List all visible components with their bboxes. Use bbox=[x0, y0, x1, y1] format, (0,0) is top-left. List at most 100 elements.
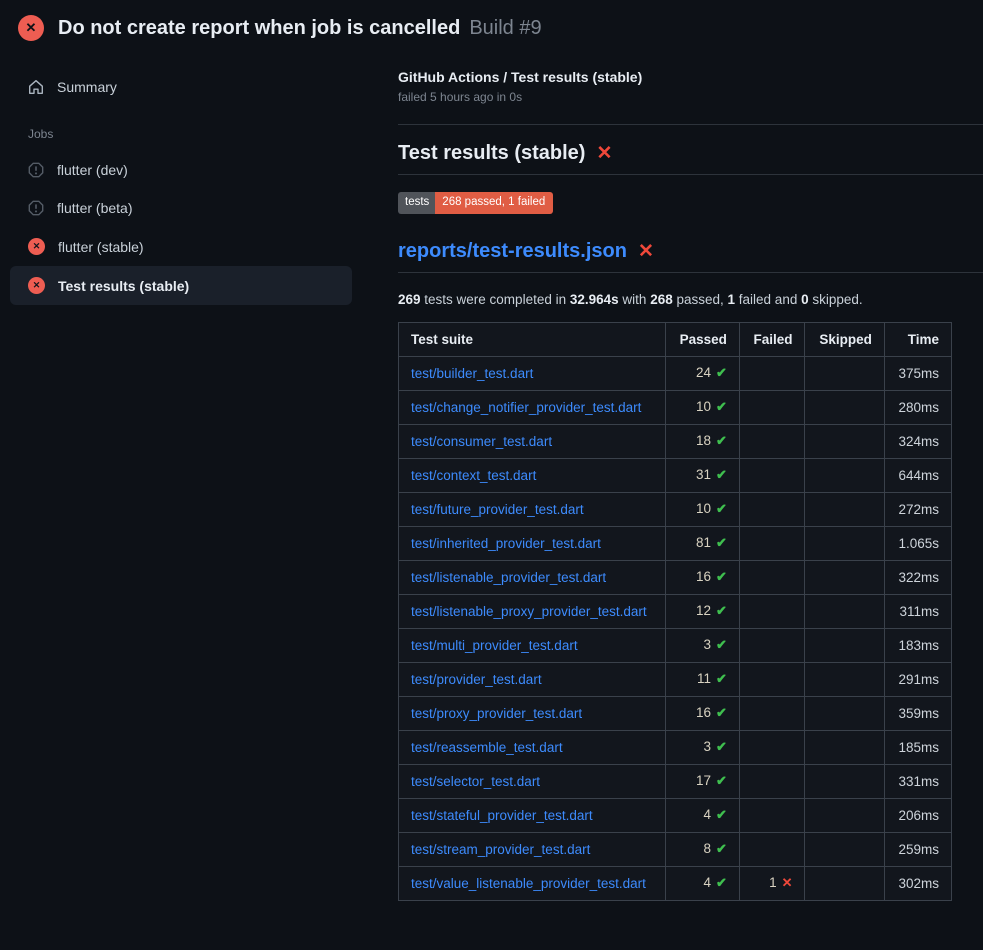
check-icon: ✔ bbox=[716, 433, 727, 448]
sidebar-job-item[interactable]: flutter (dev) bbox=[10, 151, 352, 189]
passed-count: 10 bbox=[696, 501, 711, 516]
passed-count: 81 bbox=[696, 535, 711, 550]
passed-count: 16 bbox=[696, 705, 711, 720]
section-title: Test results (stable) bbox=[398, 142, 585, 165]
cell-test-suite: test/multi_provider_test.dart bbox=[399, 628, 666, 662]
test-suite-link[interactable]: test/proxy_provider_test.dart bbox=[411, 706, 582, 721]
passed-count: 31 bbox=[696, 467, 711, 482]
cell-test-suite: test/change_notifier_provider_test.dart bbox=[399, 390, 666, 424]
cell-skipped bbox=[805, 662, 884, 696]
failed-count: 1 bbox=[769, 875, 777, 890]
cell-failed bbox=[739, 764, 805, 798]
cell-time: 311ms bbox=[884, 594, 951, 628]
cell-skipped bbox=[805, 390, 884, 424]
passed-count: 3 bbox=[704, 739, 712, 754]
cell-failed bbox=[739, 662, 805, 696]
report-heading: reports/test-results.json ✕ bbox=[398, 240, 983, 273]
passed-count: 12 bbox=[696, 603, 711, 618]
passed-count: 24 bbox=[696, 365, 711, 380]
cell-time: 322ms bbox=[884, 560, 951, 594]
summary-skipped: 0 bbox=[801, 292, 809, 307]
cell-skipped bbox=[805, 628, 884, 662]
cell-skipped bbox=[805, 798, 884, 832]
summary-failed: 1 bbox=[728, 292, 736, 307]
sidebar-job-item[interactable]: flutter (beta) bbox=[10, 189, 352, 227]
test-suite-link[interactable]: test/stateful_provider_test.dart bbox=[411, 808, 593, 823]
main-panel: GitHub Actions / Test results (stable) f… bbox=[352, 55, 983, 901]
cell-failed bbox=[739, 356, 805, 390]
col-test-suite: Test suite bbox=[399, 322, 666, 356]
col-skipped: Skipped bbox=[805, 322, 884, 356]
cell-passed: 3✔ bbox=[665, 730, 739, 764]
cell-time: 1.065s bbox=[884, 526, 951, 560]
passed-count: 10 bbox=[696, 399, 711, 414]
cell-failed bbox=[739, 492, 805, 526]
cell-failed bbox=[739, 424, 805, 458]
run-meta: failed 5 hours ago in 0s bbox=[398, 90, 983, 104]
cell-test-suite: test/listenable_proxy_provider_test.dart bbox=[399, 594, 666, 628]
test-suite-link[interactable]: test/stream_provider_test.dart bbox=[411, 842, 590, 857]
test-suite-link[interactable]: test/future_provider_test.dart bbox=[411, 502, 584, 517]
test-suite-link[interactable]: test/selector_test.dart bbox=[411, 774, 540, 789]
check-icon: ✔ bbox=[716, 671, 727, 686]
cell-test-suite: test/listenable_provider_test.dart bbox=[399, 560, 666, 594]
tests-badge: tests 268 passed, 1 failed bbox=[398, 192, 553, 214]
cell-failed bbox=[739, 628, 805, 662]
cell-passed: 12✔ bbox=[665, 594, 739, 628]
col-time: Time bbox=[884, 322, 951, 356]
cell-time: 644ms bbox=[884, 458, 951, 492]
sidebar-job-item[interactable]: ✕Test results (stable) bbox=[10, 266, 352, 305]
cell-passed: 4✔ bbox=[665, 866, 739, 900]
cell-test-suite: test/future_provider_test.dart bbox=[399, 492, 666, 526]
cell-skipped bbox=[805, 458, 884, 492]
test-suite-link[interactable]: test/reassemble_test.dart bbox=[411, 740, 563, 755]
cell-test-suite: test/consumer_test.dart bbox=[399, 424, 666, 458]
table-row: test/inherited_provider_test.dart 81✔ 1.06… bbox=[399, 526, 952, 560]
badge-value: 268 passed, 1 failed bbox=[435, 192, 553, 214]
cell-skipped bbox=[805, 764, 884, 798]
test-suite-link[interactable]: test/value_listenable_provider_test.dart bbox=[411, 876, 646, 891]
passed-count: 18 bbox=[696, 433, 711, 448]
cell-skipped bbox=[805, 696, 884, 730]
cell-time: 185ms bbox=[884, 730, 951, 764]
test-suite-link[interactable]: test/listenable_proxy_provider_test.dart bbox=[411, 604, 647, 619]
test-suite-link[interactable]: test/consumer_test.dart bbox=[411, 434, 552, 449]
cell-passed: 16✔ bbox=[665, 696, 739, 730]
test-suite-link[interactable]: test/listenable_provider_test.dart bbox=[411, 570, 606, 585]
test-suite-link[interactable]: test/multi_provider_test.dart bbox=[411, 638, 578, 653]
cell-test-suite: test/provider_test.dart bbox=[399, 662, 666, 696]
cell-skipped bbox=[805, 492, 884, 526]
cancelled-octagon-icon bbox=[28, 162, 44, 178]
cell-passed: 18 ✔ bbox=[665, 424, 739, 458]
sidebar: Summary Jobs flutter (dev)flutter (beta)… bbox=[0, 55, 352, 305]
cell-test-suite: test/inherited_provider_test.dart bbox=[399, 526, 666, 560]
test-suite-link[interactable]: test/provider_test.dart bbox=[411, 672, 542, 687]
test-suite-link[interactable]: test/builder_test.dart bbox=[411, 366, 533, 381]
test-suite-link[interactable]: test/context_test.dart bbox=[411, 468, 536, 483]
table-row: test/reassemble_test.dart 3✔ 185ms bbox=[399, 730, 952, 764]
table-row: test/future_provider_test.dart10✔272ms bbox=[399, 492, 952, 526]
failed-x-icon: ✕ bbox=[596, 144, 612, 163]
cell-time: 280ms bbox=[884, 390, 951, 424]
cell-skipped bbox=[805, 526, 884, 560]
passed-count: 3 bbox=[704, 637, 712, 652]
report-file-link[interactable]: reports/test-results.json bbox=[398, 240, 627, 262]
test-suite-link[interactable]: test/inherited_provider_test.dart bbox=[411, 536, 601, 551]
run-header: ✕ Do not create report when job is cance… bbox=[0, 0, 983, 55]
table-row: test/listenable_provider_test.dart16✔322… bbox=[399, 560, 952, 594]
table-row: test/provider_test.dart11✔291ms bbox=[399, 662, 952, 696]
sidebar-item-summary[interactable]: Summary bbox=[10, 69, 352, 105]
sidebar-job-item[interactable]: ✕flutter (stable) bbox=[10, 227, 352, 266]
passed-count: 17 bbox=[696, 773, 711, 788]
check-icon: ✔ bbox=[716, 773, 727, 788]
test-suite-link[interactable]: test/change_notifier_provider_test.dart bbox=[411, 400, 641, 415]
job-label: flutter (stable) bbox=[58, 239, 144, 255]
cell-test-suite: test/context_test.dart bbox=[399, 458, 666, 492]
cell-passed: 81✔ bbox=[665, 526, 739, 560]
cell-time: 272ms bbox=[884, 492, 951, 526]
job-label: flutter (beta) bbox=[57, 200, 132, 216]
cell-failed bbox=[739, 594, 805, 628]
passed-count: 4 bbox=[704, 807, 712, 822]
cross-icon: ✕ bbox=[782, 875, 793, 890]
cell-failed bbox=[739, 560, 805, 594]
